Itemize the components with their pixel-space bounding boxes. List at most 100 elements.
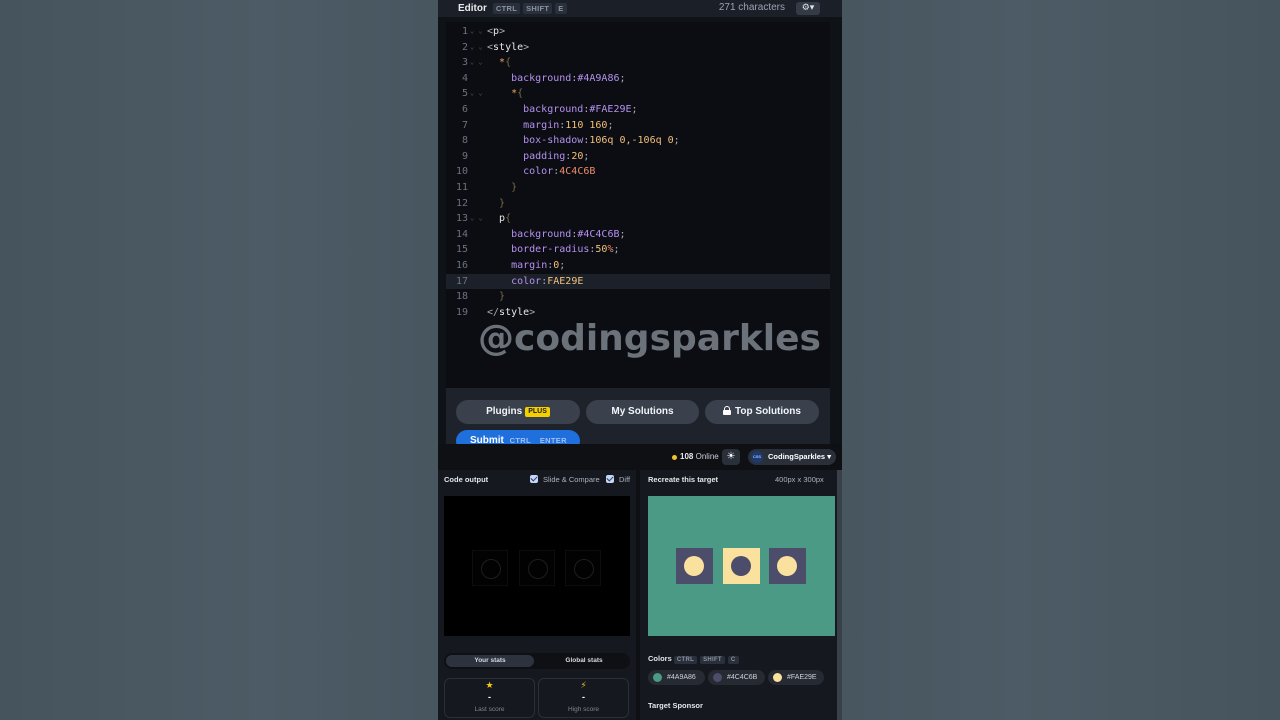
swatch-dot	[653, 673, 662, 682]
theme-toggle-button[interactable]: ☀	[722, 449, 740, 465]
lightning-icon: ⚡	[580, 681, 587, 691]
avatar: CSS	[751, 451, 763, 463]
code-line[interactable]: 16 margin:0;	[446, 258, 830, 274]
fold-icon[interactable]: ⌄ ⌄	[470, 86, 483, 102]
online-count: 108 Online	[680, 452, 719, 461]
editor-title: Editor	[458, 3, 487, 14]
code-token: }	[499, 291, 506, 303]
code-token: ;	[619, 72, 626, 84]
my-solutions-button[interactable]: My Solutions	[586, 400, 699, 424]
code-line[interactable]: 5 ⌄ ⌄ *{	[446, 86, 830, 102]
code-token: ;	[631, 104, 638, 115]
code-line[interactable]: 4 background:#4A9A86;	[446, 71, 830, 87]
high-score-value: -	[582, 692, 585, 702]
background-left	[0, 0, 438, 720]
code-line[interactable]: 8 box-shadow:106q 0,-106q 0;	[446, 133, 830, 149]
plugins-button[interactable]: Plugins PLUS	[456, 400, 580, 424]
fold-icon[interactable]: ⌄ ⌄	[470, 24, 483, 40]
code-line[interactable]: 11 }	[446, 180, 830, 196]
code-line[interactable]: 14 background:#4C4C6B;	[446, 227, 830, 243]
tab-global-stats[interactable]: Global stats	[540, 655, 628, 667]
line-number: 6	[461, 104, 468, 115]
plus-badge: PLUS	[525, 407, 550, 417]
line-number: 10	[455, 166, 468, 178]
code-token: }	[499, 197, 506, 209]
code-line[interactable]: 7 margin:110 160;	[446, 118, 830, 134]
code-token: background	[523, 104, 584, 115]
code-token: ;	[613, 244, 620, 256]
code-line[interactable]: 12 }	[446, 196, 830, 212]
user-menu-button[interactable]: CSS CodingSparkles ▾	[748, 449, 836, 465]
code-token: margin	[523, 119, 560, 131]
code-text: <p>	[487, 24, 505, 40]
code-line[interactable]: 10 color:4C4C6B	[446, 164, 830, 180]
target-square-right	[769, 548, 806, 584]
code-text: color:4C4C6B	[487, 164, 595, 180]
output-circle	[481, 559, 501, 579]
fold-icon[interactable]: ⌄ ⌄	[470, 40, 483, 56]
code-line[interactable]: 15 border-radius:50%;	[446, 242, 830, 258]
scrollbar[interactable]	[837, 470, 842, 720]
code-line[interactable]: 13 ⌄ ⌄ p{	[446, 211, 830, 227]
code-text: padding:20;	[487, 149, 589, 165]
line-number: 12	[455, 197, 468, 209]
code-token: padding	[523, 150, 566, 162]
code-token: >	[523, 41, 530, 53]
target-square-left	[676, 548, 713, 584]
code-text: box-shadow:106q 0,-106q 0;	[487, 133, 680, 149]
gear-icon: ⚙▾	[801, 3, 815, 13]
color-swatch-navy[interactable]: #4C4C6B	[708, 670, 765, 685]
swatch-dot	[713, 673, 722, 682]
code-line[interactable]: 6 background:#FAE29E;	[446, 102, 830, 118]
swatch-hex: #4A9A86	[667, 674, 696, 681]
line-number: 5	[461, 88, 468, 100]
action-bar: Plugins PLUS My Solutions Top Solutions S…	[446, 388, 830, 452]
code-token: #4C4C6B	[577, 228, 620, 240]
colors-header: Colors CTRL SHIFT C	[648, 654, 742, 664]
fold-icon[interactable]: ⌄ ⌄	[470, 211, 483, 227]
last-score-label: Last score	[474, 706, 505, 713]
target-preview[interactable]	[648, 496, 835, 636]
target-square-middle	[723, 548, 760, 584]
code-line[interactable]: 2 ⌄ ⌄ <style>	[446, 40, 830, 56]
plugins-label: Plugins	[486, 406, 523, 417]
swatch-hex: #FAE29E	[787, 674, 817, 681]
diff-checkbox[interactable]	[606, 475, 614, 483]
code-line[interactable]: 3 ⌄ ⌄ *{	[446, 55, 830, 71]
output-square	[565, 550, 601, 586]
code-token: >	[529, 306, 536, 318]
color-swatch-yellow[interactable]: #FAE29E	[768, 670, 824, 685]
panel-divider[interactable]	[636, 470, 640, 720]
username: CodingSparkles	[768, 452, 826, 461]
code-text: *{	[487, 86, 523, 102]
code-line[interactable]: 1 ⌄ ⌄ <p>	[446, 24, 830, 40]
code-token: {	[505, 57, 512, 69]
code-token: color	[511, 275, 542, 287]
slide-compare-checkbox[interactable]	[530, 475, 538, 483]
color-swatch-green[interactable]: #4A9A86	[648, 670, 705, 685]
sun-icon: ☀	[726, 451, 736, 462]
code-token: 106q 0,-106q 0	[589, 135, 674, 147]
code-line[interactable]: 18 }	[446, 289, 830, 305]
code-output-preview[interactable]	[444, 496, 630, 636]
line-number: 16	[455, 260, 468, 271]
tab-your-stats[interactable]: Your stats	[446, 655, 534, 667]
line-number: 2	[461, 41, 468, 53]
code-line[interactable]: 9 padding:20;	[446, 149, 830, 165]
code-line[interactable]: 17 color:FAE29E	[446, 273, 830, 290]
shortcut-key: CTRL	[673, 656, 698, 664]
line-number: 9	[461, 150, 468, 162]
top-solutions-button[interactable]: Top Solutions	[705, 400, 819, 424]
swatch-hex: #4C4C6B	[727, 674, 758, 681]
line-number: 1	[461, 26, 468, 37]
settings-button[interactable]: ⚙▾	[796, 2, 820, 15]
fold-icon[interactable]: ⌄ ⌄	[470, 55, 483, 71]
code-token: border-radius	[511, 244, 590, 256]
code-output-title: Code output	[444, 475, 489, 484]
